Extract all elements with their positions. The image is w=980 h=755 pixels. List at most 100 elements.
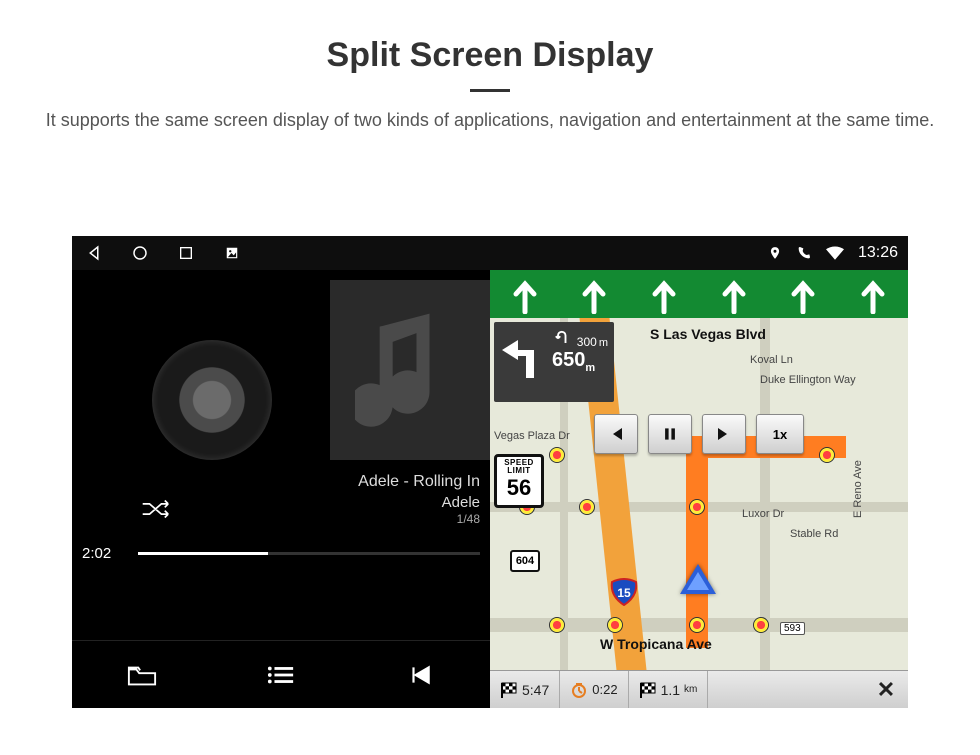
skip-next-icon	[715, 426, 733, 442]
close-icon: ✕	[877, 677, 895, 703]
page-subtitle: It supports the same screen display of t…	[40, 108, 940, 133]
track-title: Adele - Rolling In	[358, 472, 480, 493]
nav-bottom-bar: 5:47 0:22 1.1 km ✕	[490, 670, 908, 708]
navigation-pane: S Las Vegas Blvd Koval Ln Duke Ellington…	[490, 270, 908, 708]
track-index: 1/48	[358, 512, 480, 528]
distance-readout[interactable]: 1.1 km	[629, 671, 709, 708]
list-icon	[267, 664, 295, 686]
page-title: Split Screen Display	[0, 36, 980, 75]
lane-arrow-icon	[510, 274, 540, 314]
skip-previous-icon	[407, 662, 433, 688]
duration-value: 0:22	[592, 682, 617, 697]
playlist-button[interactable]	[261, 655, 301, 695]
pause-icon	[663, 426, 677, 442]
phone-icon	[796, 245, 812, 261]
lane-arrow-icon	[579, 274, 609, 314]
traffic-light-icon	[608, 618, 622, 632]
media-next-button[interactable]	[702, 414, 746, 454]
distance-value: 1.1	[661, 682, 680, 698]
distance-unit: km	[684, 684, 697, 695]
interstate-shield-icon: 15	[610, 578, 638, 606]
duration-readout[interactable]: 0:22	[560, 671, 628, 708]
triangle-back-icon	[85, 244, 103, 262]
picture-icon	[225, 246, 239, 260]
eta-readout[interactable]: 5:47	[490, 671, 560, 708]
close-nav-button[interactable]: ✕	[864, 671, 908, 708]
title-underline	[470, 89, 510, 92]
traffic-light-icon	[550, 448, 564, 462]
street-label: Duke Ellington Way	[760, 374, 856, 386]
turn-distance: 650m	[552, 350, 595, 374]
speed-limit-sign: SPEED LIMIT 56	[494, 454, 544, 508]
circle-home-icon	[131, 244, 149, 262]
street-label: W Tropicana Ave	[600, 636, 712, 652]
street-label: E Reno Ave	[852, 460, 864, 518]
player-art-area: Adele - Rolling In Adele 1/48 2:02	[72, 270, 490, 640]
music-note-icon	[355, 305, 465, 435]
pin-icon	[768, 245, 782, 261]
media-pause-button[interactable]	[648, 414, 692, 454]
lane-guidance-bar	[490, 270, 908, 318]
notification-icon[interactable]	[220, 241, 244, 265]
street-label: Luxor Dr	[742, 508, 784, 520]
square-recents-icon	[178, 245, 194, 261]
exit-number-badge: 593	[780, 622, 805, 635]
lane-arrow-icon	[719, 274, 749, 314]
location-status-icon	[768, 245, 782, 261]
back-button[interactable]	[82, 241, 106, 265]
turn-instruction-panel[interactable]: 300m 650m	[494, 322, 614, 402]
wifi-status-icon	[826, 246, 844, 260]
traffic-light-icon	[754, 618, 768, 632]
street-label: S Las Vegas Blvd	[650, 326, 766, 342]
track-meta: Adele - Rolling In Adele 1/48	[358, 472, 480, 528]
nav-media-controls: 1x	[594, 414, 804, 454]
street-label: Vegas Plaza Dr	[494, 430, 570, 442]
elapsed-time: 2:02	[82, 545, 128, 562]
home-button[interactable]	[128, 241, 152, 265]
speed-limit-value: 56	[497, 476, 541, 499]
svg-text:15: 15	[617, 586, 631, 600]
seek-bar[interactable]	[138, 552, 480, 555]
previous-track-button[interactable]	[400, 655, 440, 695]
wifi-icon	[826, 246, 844, 260]
device-frame: 13:26 Adele - Rolling In Adel	[72, 236, 908, 708]
lane-arrow-icon	[858, 274, 888, 314]
browse-button[interactable]	[122, 655, 162, 695]
recents-button[interactable]	[174, 241, 198, 265]
status-clock: 13:26	[858, 244, 898, 262]
lane-arrow-icon	[649, 274, 679, 314]
playback-speed-button[interactable]: 1x	[756, 414, 804, 454]
traffic-light-icon	[550, 618, 564, 632]
music-player-pane: Adele - Rolling In Adele 1/48 2:02	[72, 270, 490, 708]
traffic-light-icon	[820, 448, 834, 462]
eta-value: 5:47	[522, 682, 549, 698]
traffic-light-icon	[690, 618, 704, 632]
turn-left-icon	[500, 326, 546, 382]
route-shield: 604	[510, 550, 540, 572]
phone-status-icon	[796, 245, 812, 261]
media-prev-button[interactable]	[594, 414, 638, 454]
player-bottom-bar	[72, 640, 490, 708]
seek-fill	[138, 552, 268, 555]
visualizer-disc	[152, 340, 272, 460]
street-label: Koval Ln	[750, 354, 793, 366]
shuffle-icon	[141, 498, 175, 520]
progress-row: 2:02	[82, 545, 480, 562]
traffic-light-icon	[690, 500, 704, 514]
street-label: Stable Rd	[790, 528, 838, 540]
next-turn-distance: 300m	[555, 328, 608, 349]
folder-icon	[127, 663, 157, 687]
checkered-flag-icon	[500, 681, 518, 699]
skip-previous-icon	[607, 426, 625, 442]
checkered-flag-icon	[639, 681, 657, 699]
clock-icon	[570, 681, 588, 699]
map-canvas[interactable]: S Las Vegas Blvd Koval Ln Duke Ellington…	[490, 318, 908, 670]
album-placeholder	[330, 280, 490, 460]
traffic-light-icon	[580, 500, 594, 514]
lane-arrow-icon	[788, 274, 818, 314]
uturn-icon	[555, 328, 573, 346]
android-statusbar: 13:26	[72, 236, 908, 270]
shuffle-button[interactable]	[138, 496, 178, 522]
track-artist: Adele	[358, 493, 480, 513]
vehicle-cursor-icon	[680, 564, 716, 594]
